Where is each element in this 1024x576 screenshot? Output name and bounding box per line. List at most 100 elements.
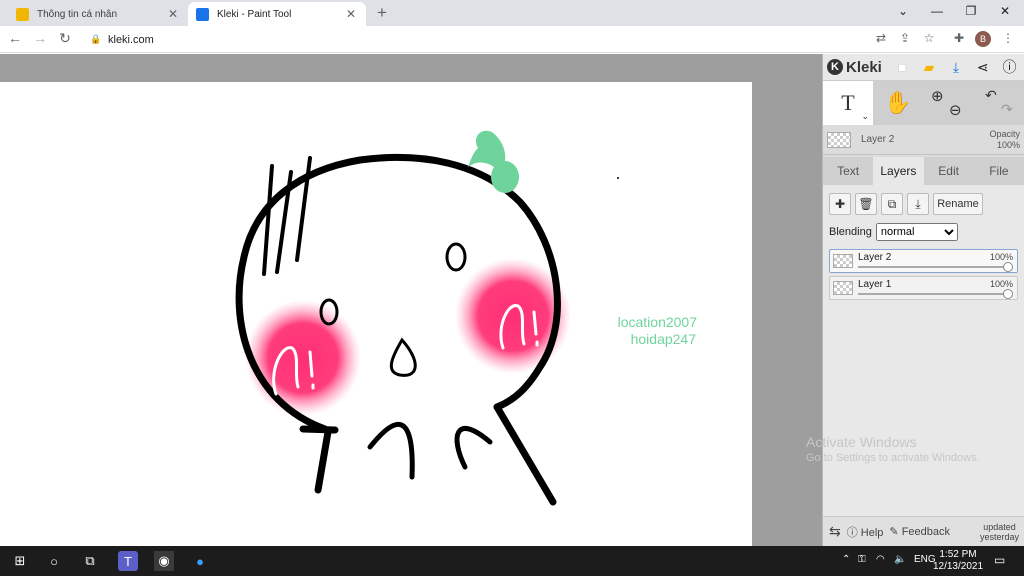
- reload-icon[interactable]: ↻: [56, 30, 74, 47]
- tab-layers[interactable]: Layers: [873, 157, 924, 185]
- search-circle-icon[interactable]: ○: [44, 551, 64, 571]
- kleki-app-icon[interactable]: ●: [190, 551, 210, 571]
- swap-panel-icon[interactable]: ⇆: [829, 523, 841, 540]
- layer-thumbnail: [827, 131, 851, 148]
- new-image-icon[interactable]: ■: [892, 56, 913, 78]
- share-page-icon[interactable]: ⇪: [896, 31, 914, 45]
- drawing-canvas[interactable]: location2007 hoidap247: [0, 82, 752, 546]
- layer-opacity-slider[interactable]: [858, 266, 1009, 268]
- close-tab-icon[interactable]: ✕: [344, 7, 358, 21]
- download-icon[interactable]: ⤓: [945, 56, 966, 78]
- zoom-in-icon[interactable]: ⊕: [931, 87, 944, 105]
- network-icon[interactable]: ⚿: [858, 554, 866, 565]
- canvas-text-1: location2007: [618, 314, 698, 330]
- windows-start-icon[interactable]: ⊞: [10, 551, 30, 571]
- notification-icon[interactable]: ▭: [994, 553, 1005, 567]
- layer-thumbnail: [833, 254, 853, 268]
- hand-tool-button[interactable]: ✋: [873, 81, 923, 125]
- watermark-line-2: Go to Settings to activate Windows.: [806, 452, 980, 464]
- tab-kleki[interactable]: Kleki - Paint Tool ✕: [188, 2, 366, 26]
- kleki-logo[interactable]: K Kleki: [827, 59, 886, 76]
- slider-knob[interactable]: [1003, 262, 1013, 272]
- share-icon[interactable]: ⋖: [972, 56, 993, 78]
- kleki-favicon-icon: [196, 7, 209, 21]
- zoom-out-icon[interactable]: ⊖: [949, 101, 962, 119]
- active-layer-name: Layer 2: [861, 134, 895, 145]
- layer-opacity-slider[interactable]: [858, 293, 1009, 295]
- undo-redo-buttons[interactable]: ↶ ↷: [973, 81, 1023, 125]
- layer-thumbnail: [833, 281, 853, 295]
- layer-row-1[interactable]: Layer 1 100%: [829, 276, 1018, 300]
- add-layer-icon[interactable]: ✚: [829, 193, 851, 215]
- translate-icon[interactable]: ⇄: [872, 31, 890, 45]
- text-tool-button[interactable]: T ⌄: [823, 81, 873, 125]
- kleki-brand-text: Kleki: [846, 58, 882, 76]
- forward-arrow-icon[interactable]: →: [31, 30, 49, 46]
- url-text: kleki.com: [108, 33, 154, 46]
- delete-layer-icon[interactable]: 🗑: [855, 193, 877, 215]
- task-view-icon[interactable]: ⧉: [80, 551, 100, 571]
- kleki-side-panel: K Kleki ■ ▰ ⤓ ⋖ ⓘ T ⌄ ✋ ⊕ ⊖ ↶ ↷ Layer 2 …: [822, 54, 1024, 546]
- system-clock[interactable]: 1:52 PM 12/13/2021: [930, 549, 986, 573]
- wifi-icon[interactable]: ◠: [876, 554, 885, 565]
- tray-chevron-icon[interactable]: ⌃: [842, 554, 850, 565]
- redo-icon[interactable]: ↷: [1001, 101, 1013, 118]
- tab-edit[interactable]: Edit: [924, 157, 974, 185]
- layer-name: Layer 2: [858, 252, 892, 263]
- undo-icon[interactable]: ↶: [985, 87, 997, 104]
- kleki-logo-icon: K: [827, 59, 843, 75]
- zoom-buttons[interactable]: ⊕ ⊖: [923, 81, 973, 125]
- restore-icon[interactable]: ❐: [961, 4, 981, 18]
- minimize-icon[interactable]: —: [927, 4, 947, 18]
- rename-button[interactable]: Rename: [933, 193, 983, 215]
- teams-icon[interactable]: T: [118, 551, 138, 571]
- panel-footer: ⇆ ⓘ Help ✎ Feedback updated yesterday: [823, 516, 1024, 546]
- volume-icon[interactable]: 🔈: [894, 554, 906, 565]
- tab-text[interactable]: Text: [823, 157, 873, 185]
- extensions-puzzle-icon[interactable]: ✚: [950, 31, 968, 45]
- tab-thong-tin[interactable]: Thông tin cá nhân ✕: [8, 2, 188, 26]
- windows-taskbar: ⊞ ○ ⧉ T ◉ ● ⌃ ⚿ ◠ 🔈 ENG 1:52 PM 12/13/20…: [0, 546, 1024, 576]
- chrome-icon[interactable]: ◉: [154, 551, 174, 571]
- updated-line-2: yesterday: [979, 531, 1019, 542]
- help-label: Help: [860, 526, 884, 539]
- feedback-button[interactable]: ✎ Feedback: [889, 525, 950, 538]
- tab-file[interactable]: File: [974, 157, 1024, 185]
- right-eye: [445, 242, 467, 272]
- chrome-menu-icon[interactable]: ⋮: [999, 31, 1017, 45]
- site-favicon-icon: [16, 7, 29, 21]
- hand-icon: ✋: [884, 90, 912, 115]
- panel-header: K Kleki ■ ▰ ⤓ ⋖ ⓘ: [823, 54, 1024, 81]
- clock-date: 12/13/2021: [932, 561, 984, 572]
- help-button[interactable]: ⓘ Help: [847, 524, 884, 540]
- back-arrow-icon[interactable]: ←: [6, 30, 24, 46]
- blending-select[interactable]: normal: [875, 223, 958, 241]
- address-bar[interactable]: 🔒 kleki.com: [82, 30, 862, 49]
- open-folder-icon[interactable]: ▰: [919, 56, 940, 78]
- new-tab-icon[interactable]: +: [372, 3, 392, 23]
- right-body-line: [493, 403, 557, 506]
- canvas-text-2: hoidap247: [631, 331, 697, 347]
- layer-opacity: 100%: [989, 279, 1013, 289]
- right-arm: [454, 426, 493, 470]
- chevron-down-icon[interactable]: ⌄: [861, 111, 869, 122]
- drawing-svg: location2007 hoidap247: [235, 130, 698, 506]
- bookmark-star-icon[interactable]: ☆: [920, 31, 938, 45]
- close-tab-icon[interactable]: ✕: [166, 7, 180, 21]
- active-layer-info: Layer 2 Opacity 100%: [823, 125, 1024, 155]
- profile-avatar[interactable]: B: [975, 31, 991, 47]
- duplicate-layer-icon[interactable]: ⧉: [881, 193, 903, 215]
- opacity-label: Opacity: [989, 128, 1020, 139]
- updated-line-1: updated: [983, 521, 1016, 532]
- tab-search-chevron-icon[interactable]: ⌄: [893, 4, 913, 18]
- leaf-sprout-lower: [491, 161, 519, 193]
- layer-row-2[interactable]: Layer 2 100%: [829, 249, 1018, 273]
- layer-buttons: ✚ 🗑 ⧉ ⤓ Rename: [829, 193, 1018, 215]
- close-window-icon[interactable]: ✕: [995, 4, 1015, 18]
- updated-note[interactable]: updated yesterday: [980, 522, 1019, 542]
- merge-down-icon[interactable]: ⤓: [907, 193, 929, 215]
- help-icon[interactable]: ⓘ: [999, 56, 1020, 78]
- slider-knob[interactable]: [1003, 289, 1013, 299]
- activate-windows-watermark: Activate Windows Go to Settings to activ…: [806, 434, 980, 466]
- browser-tabstrip: Thông tin cá nhân ✕ Kleki - Paint Tool ✕…: [0, 0, 1024, 26]
